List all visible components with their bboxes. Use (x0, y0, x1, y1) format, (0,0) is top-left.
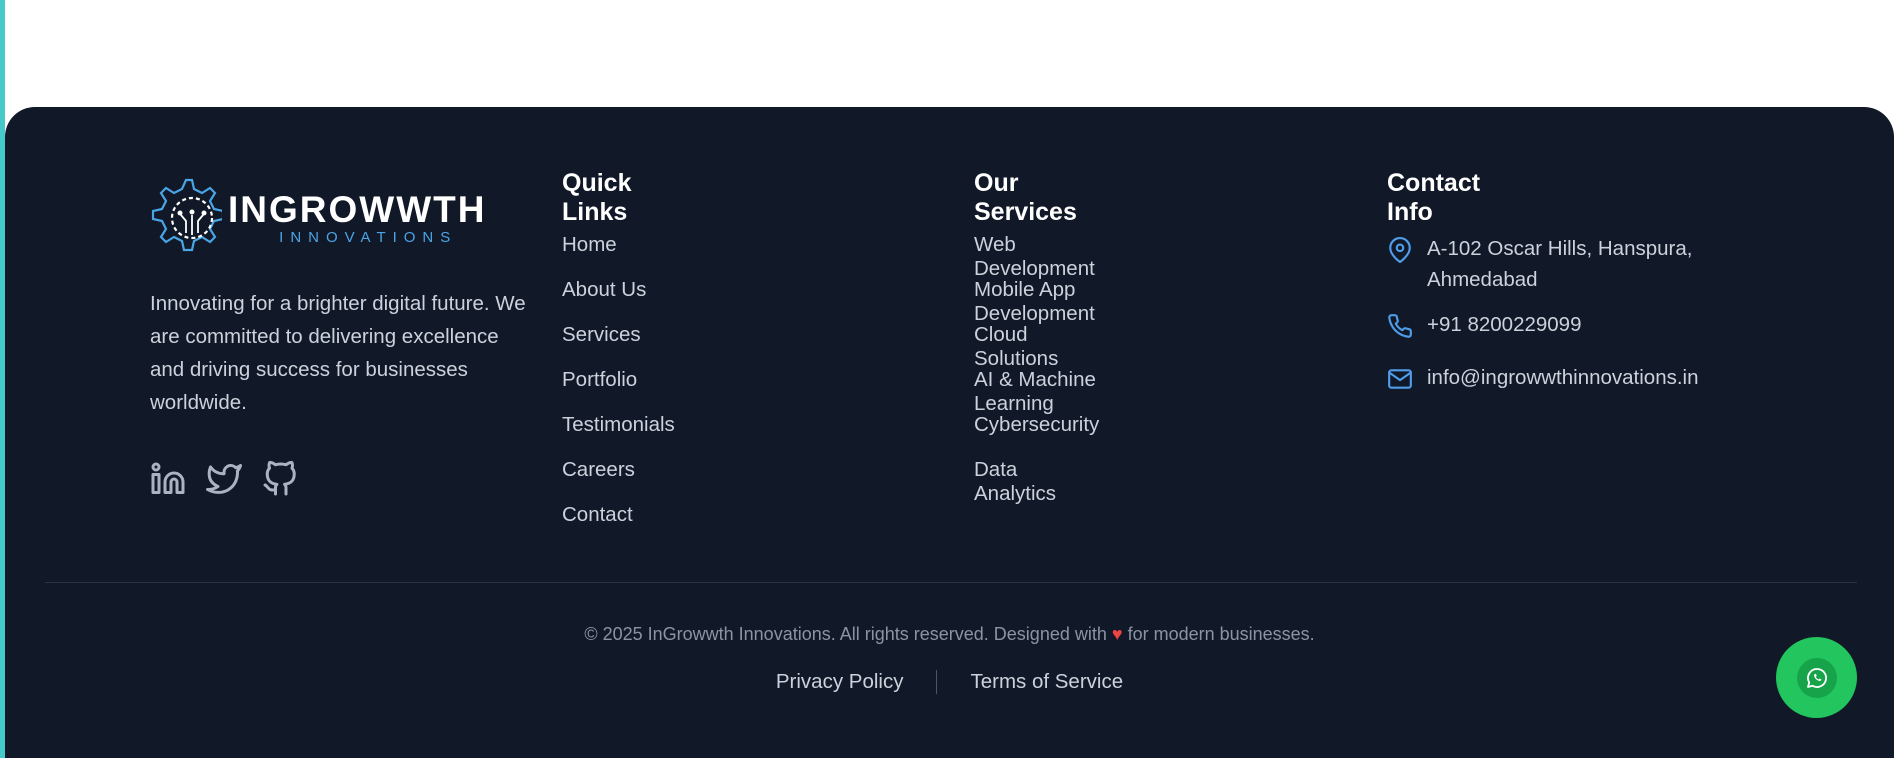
service-link-data-analytics[interactable]: Data Analytics (974, 458, 1099, 505)
legal-separator (936, 670, 938, 694)
footer-link-services[interactable]: Services (562, 323, 675, 368)
heart-icon: ♥ (1111, 624, 1123, 644)
service-link-ai-ml[interactable]: AI & Machine Learning (974, 368, 1099, 415)
services-list: Web Development Mobile App Development C… (974, 233, 1099, 505)
whatsapp-chat-button[interactable] (1776, 637, 1857, 718)
contact-email[interactable]: info@ingrowwthinnovations.in (1387, 362, 1727, 401)
phone-text[interactable]: +91 8200229099 (1427, 309, 1581, 340)
contact-phone[interactable]: +91 8200229099 (1387, 309, 1727, 348)
quick-links-heading: Quick Links (562, 169, 632, 226)
site-footer: INGROWWTH INNOVATIONS Innovating for a b… (5, 107, 1894, 758)
quick-links-list: Home About Us Services Portfolio Testimo… (562, 233, 675, 548)
linkedin-icon[interactable] (150, 461, 186, 497)
company-logo[interactable]: INGROWWTH INNOVATIONS (150, 173, 520, 263)
company-tagline: Innovating for a brighter digital future… (150, 292, 526, 414)
footer-divider (45, 582, 1857, 583)
terms-of-service-link[interactable]: Terms of Service (970, 670, 1123, 694)
whatsapp-icon (1806, 667, 1827, 688)
service-link-cloud[interactable]: Cloud Solutions (974, 323, 1099, 370)
legal-links: Privacy Policy Terms of Service (5, 670, 1894, 694)
social-links (150, 460, 520, 497)
phone-icon (1387, 309, 1427, 348)
services-heading: Our Services (974, 169, 1077, 226)
logo-wordmark: INGROWWTH (228, 189, 487, 230)
copyright-text: © 2025 InGrowwth Innovations. All rights… (5, 624, 1894, 645)
copyright-suffix: for modern businesses. (1127, 624, 1315, 644)
map-pin-icon (1387, 233, 1427, 272)
gear-bulb-logo-icon (151, 178, 222, 252)
service-link-web-development[interactable]: Web Development (974, 233, 1099, 280)
service-link-mobile-app[interactable]: Mobile App Development (974, 278, 1099, 325)
email-text[interactable]: info@ingrowwthinnovations.in (1427, 362, 1699, 393)
service-link-cybersecurity[interactable]: Cybersecurity (974, 413, 1099, 458)
contact-list: A-102 Oscar Hills, Hanspura, Ahmedabad +… (1387, 233, 1727, 415)
brand-column: INGROWWTH INNOVATIONS Innovating for a b… (150, 173, 526, 497)
logo-subtitle: INNOVATIONS (279, 229, 458, 246)
footer-link-home[interactable]: Home (562, 233, 675, 278)
privacy-policy-link[interactable]: Privacy Policy (776, 670, 904, 694)
footer-link-portfolio[interactable]: Portfolio (562, 368, 675, 413)
footer-link-careers[interactable]: Careers (562, 458, 675, 503)
contact-address: A-102 Oscar Hills, Hanspura, Ahmedabad (1387, 233, 1727, 295)
copyright-prefix: © 2025 InGrowwth Innovations. All rights… (584, 624, 1107, 644)
address-text: A-102 Oscar Hills, Hanspura, Ahmedabad (1427, 237, 1693, 291)
footer-link-about[interactable]: About Us (562, 278, 675, 323)
github-icon[interactable] (262, 460, 298, 497)
mail-icon (1387, 362, 1427, 401)
twitter-icon[interactable] (206, 461, 242, 497)
footer-link-testimonials[interactable]: Testimonials (562, 413, 675, 458)
footer-link-contact[interactable]: Contact (562, 503, 675, 548)
contact-heading: Contact Info (1387, 169, 1481, 226)
